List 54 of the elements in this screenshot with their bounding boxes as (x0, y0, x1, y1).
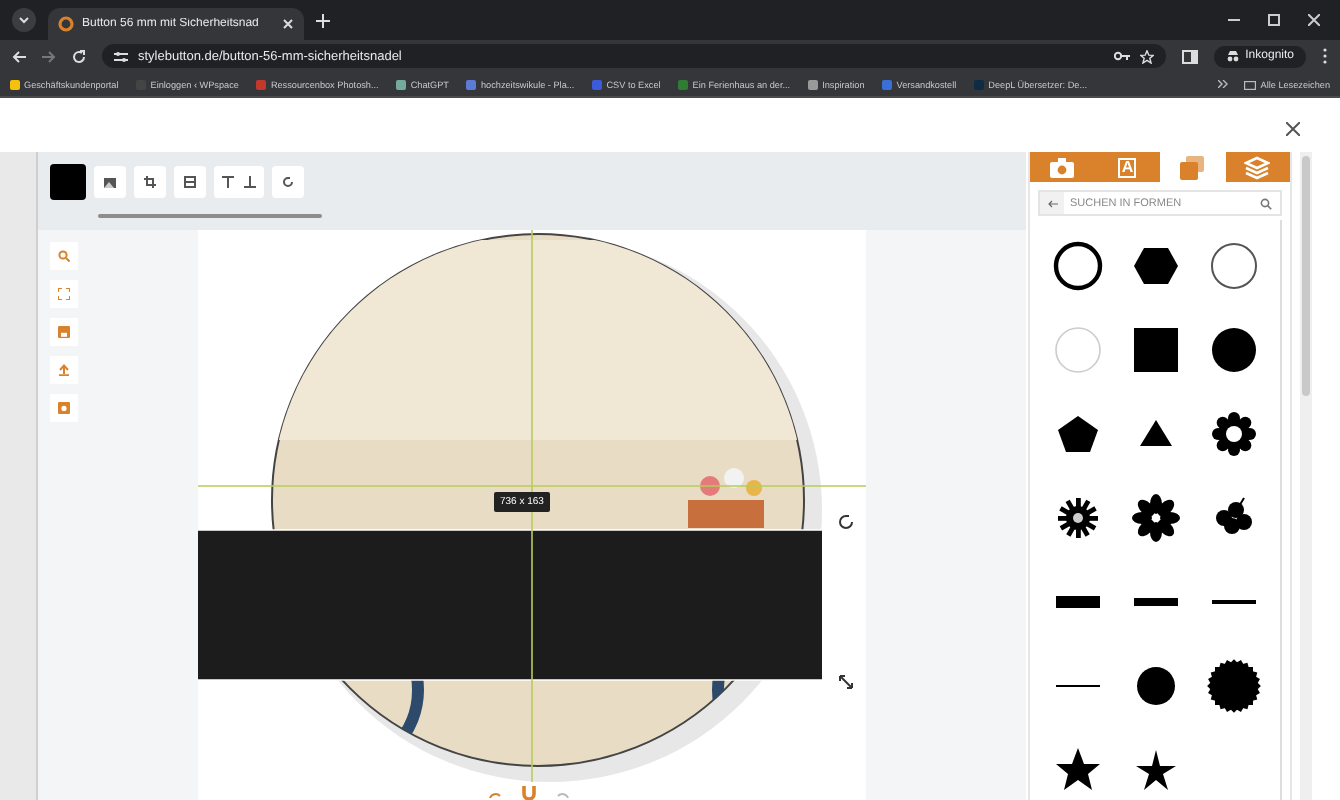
incognito-icon (1225, 50, 1240, 62)
crop-icon (144, 176, 156, 188)
chevron-icon (18, 16, 30, 24)
site-info-icon[interactable] (114, 49, 128, 63)
magnet-icon (521, 786, 535, 800)
crop-button[interactable] (134, 166, 166, 198)
upload-tool-button[interactable] (50, 356, 78, 384)
back-arrow-icon[interactable] (1047, 199, 1057, 208)
images-icon (1180, 155, 1205, 180)
site-logo-icon (58, 16, 74, 32)
new-tab-icon[interactable] (316, 13, 330, 27)
resize-handle-icon[interactable] (838, 674, 854, 690)
photo-icon (58, 402, 70, 414)
reload-icon[interactable] (72, 49, 86, 63)
scrollbar[interactable] (1300, 152, 1312, 800)
scrollbar[interactable] (98, 214, 322, 218)
frame-button[interactable] (174, 166, 206, 198)
align-button[interactable] (214, 166, 264, 198)
undo-icon (487, 789, 501, 799)
color-swatch[interactable] (50, 164, 86, 200)
upload-icon (58, 364, 70, 376)
star-icon[interactable] (1139, 49, 1154, 63)
save-tool-button[interactable] (50, 318, 78, 346)
panel-tab[interactable] (1225, 152, 1290, 183)
zoom-icon (58, 250, 70, 262)
align-bottom-icon (244, 176, 256, 188)
rotate-button[interactable] (272, 166, 304, 198)
chevron-icon[interactable] (1218, 80, 1229, 88)
rotate-handle-icon[interactable] (838, 514, 854, 530)
search-icon[interactable] (1260, 197, 1272, 210)
panel-tab[interactable] (1030, 152, 1095, 183)
photo-tool-button[interactable] (50, 394, 78, 422)
zoom-tool-button[interactable] (50, 242, 78, 270)
tab-search-button[interactable] (12, 8, 36, 32)
frame-icon (184, 176, 196, 188)
align-top-icon (222, 176, 234, 188)
magnet-button[interactable] (516, 782, 540, 800)
fit-tool-button[interactable] (50, 280, 78, 308)
maximize-icon[interactable] (1268, 14, 1280, 26)
menu-icon[interactable] (1322, 48, 1328, 64)
folder-icon (1244, 79, 1257, 89)
side-panel-icon[interactable] (1181, 49, 1198, 63)
key-icon[interactable] (1113, 50, 1130, 62)
camera-icon (1050, 157, 1075, 178)
image-icon (104, 177, 116, 187)
redo-icon (555, 789, 569, 799)
minimize-icon[interactable] (1228, 14, 1240, 26)
close-icon[interactable] (1286, 122, 1300, 136)
image-button[interactable] (94, 166, 126, 198)
text-icon: A (1118, 157, 1137, 178)
forward-arrow-icon[interactable] (42, 49, 56, 63)
floppy-disk-icon (58, 326, 70, 338)
fit-icon (58, 288, 70, 300)
rotate-icon (282, 176, 294, 188)
